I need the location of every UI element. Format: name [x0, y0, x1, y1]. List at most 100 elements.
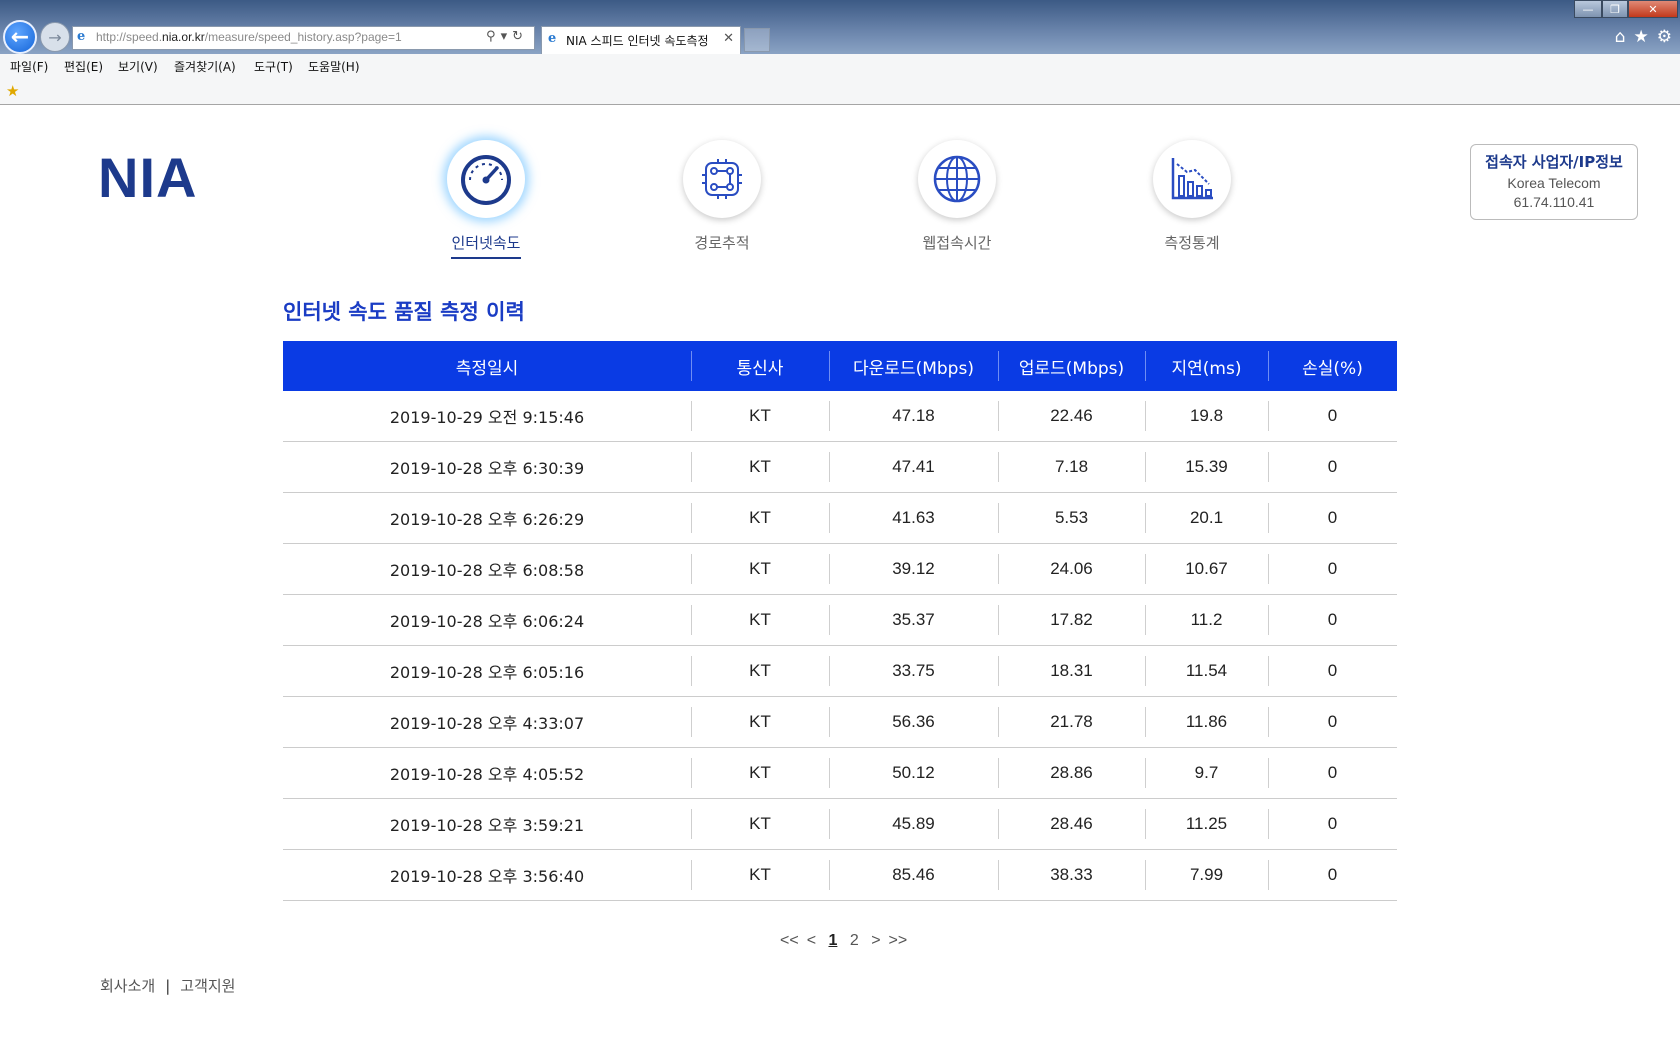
cell-loss: 0 [1268, 441, 1397, 493]
nav-route-trace[interactable]: 경로추적 [642, 140, 802, 257]
close-window-button[interactable]: ✕ [1628, 0, 1678, 18]
col-header-datetime: 측정일시 [283, 341, 691, 391]
cell-loss: 0 [1268, 696, 1397, 748]
cell-download: 47.41 [829, 441, 998, 493]
close-tab-icon[interactable]: ✕ [723, 31, 734, 46]
last-page-link[interactable]: >> [889, 932, 908, 949]
cell-loss: 0 [1268, 849, 1397, 901]
cell-latency: 11.25 [1145, 798, 1268, 850]
footer-support-link[interactable]: 고객지원 [180, 977, 235, 995]
minimize-button[interactable]: — [1574, 0, 1602, 18]
refresh-icon[interactable]: ↻ [512, 29, 528, 44]
menu-tools[interactable]: 도구(T) [254, 58, 293, 75]
table-row: 2019-10-28 오후 6:30:39 KT 47.41 7.18 15.39 0 [283, 441, 1397, 493]
favorites-star-icon[interactable]: ★ [1634, 27, 1649, 47]
route-trace-icon [683, 140, 761, 218]
table-header-row: 측정일시 통신사 다운로드(Mbps) 업로드(Mbps) 지연(ms) 손실(… [283, 341, 1397, 391]
menu-edit[interactable]: 편집(E) [64, 58, 103, 75]
cell-loss: 0 [1268, 594, 1397, 646]
home-icon[interactable]: ⌂ [1615, 27, 1626, 47]
cell-upload: 28.46 [998, 798, 1145, 850]
cell-loss: 0 [1268, 543, 1397, 595]
connection-info-box: 접속자 사업자/IP정보 Korea Telecom 61.74.110.41 [1470, 144, 1638, 220]
cell-latency: 20.1 [1145, 492, 1268, 544]
cell-datetime: 2019-10-28 오후 6:08:58 [283, 543, 691, 595]
cell-latency: 15.39 [1145, 441, 1268, 493]
cell-loss: 0 [1268, 747, 1397, 799]
cell-upload: 38.33 [998, 849, 1145, 901]
cell-latency: 11.2 [1145, 594, 1268, 646]
nav-web-access-time[interactable]: 웹접속시간 [877, 140, 1037, 257]
globe-icon [918, 140, 996, 218]
cell-upload: 22.46 [998, 391, 1145, 442]
cell-datetime: 2019-10-28 오후 6:30:39 [283, 441, 691, 493]
dropdown-icon[interactable]: ▾ [501, 29, 513, 44]
nav-internet-speed[interactable]: 인터넷속도 [406, 140, 566, 259]
close-icon: ✕ [1648, 2, 1658, 16]
forward-button[interactable]: → [40, 22, 70, 52]
cell-datetime: 2019-10-28 오후 6:26:29 [283, 492, 691, 544]
page-link[interactable]: 2 [850, 932, 859, 949]
table-row: 2019-10-28 오후 6:26:29 KT 41.63 5.53 20.1 0 [283, 492, 1397, 544]
info-isp: Korea Telecom [1507, 175, 1601, 191]
new-tab-button[interactable] [744, 28, 770, 52]
cell-download: 33.75 [829, 645, 998, 697]
cell-carrier: KT [691, 441, 829, 493]
browser-titlebar: ← → e http://speed.nia.or.kr/measure/spe… [0, 0, 1680, 54]
cell-latency: 10.67 [1145, 543, 1268, 595]
cell-carrier: KT [691, 645, 829, 697]
cell-download: 85.46 [829, 849, 998, 901]
arrow-left-icon: ← [10, 24, 30, 50]
feature-label: 인터넷속도 [451, 232, 521, 259]
col-header-loss: 손실(%) [1268, 341, 1397, 391]
cell-loss: 0 [1268, 645, 1397, 697]
feature-label: 웹접속시간 [922, 234, 992, 252]
pagination: << < 1 2 > >> [780, 932, 915, 950]
next-page-link[interactable]: > [871, 932, 880, 949]
table-row: 2019-10-28 오후 6:05:16 KT 33.75 18.31 11.54 0 [283, 645, 1397, 697]
cell-carrier: KT [691, 798, 829, 850]
nia-logo[interactable]: NIA [98, 145, 197, 210]
search-icon[interactable]: ⚲ [486, 29, 501, 44]
col-header-carrier: 통신사 [691, 341, 829, 391]
feature-label: 경로추적 [694, 234, 750, 252]
cell-loss: 0 [1268, 492, 1397, 544]
cell-loss: 0 [1268, 391, 1397, 442]
address-url[interactable]: http://speed.nia.or.kr/measure/speed_his… [96, 30, 402, 44]
menu-file[interactable]: 파일(F) [10, 58, 48, 75]
cell-datetime: 2019-10-28 오후 6:05:16 [283, 645, 691, 697]
address-bar[interactable]: e http://speed.nia.or.kr/measure/speed_h… [72, 26, 535, 50]
minimize-icon: — [1582, 2, 1594, 16]
nav-statistics[interactable]: 측정통계 [1112, 140, 1272, 257]
restore-icon: ❐ [1610, 2, 1620, 16]
info-ip: 61.74.110.41 [1513, 194, 1595, 210]
gear-icon[interactable]: ⚙ [1657, 27, 1672, 47]
back-button[interactable]: ← [3, 20, 37, 54]
cell-download: 35.37 [829, 594, 998, 646]
info-title: 접속자 사업자/IP정보 [1485, 153, 1623, 171]
cell-latency: 9.7 [1145, 747, 1268, 799]
table-row: 2019-10-28 오후 3:59:21 KT 45.89 28.46 11.25 0 [283, 798, 1397, 850]
ie-page-icon: e [77, 29, 86, 44]
maximize-button[interactable]: ❐ [1602, 0, 1628, 18]
cell-carrier: KT [691, 747, 829, 799]
browser-tab[interactable]: e NIA 스피드 인터넷 속도측정 ✕ [541, 26, 741, 54]
feature-label: 측정통계 [1164, 234, 1220, 252]
favorites-bar: ★ [0, 78, 1680, 105]
col-header-download: 다운로드(Mbps) [829, 341, 998, 391]
table-row: 2019-10-28 오후 4:05:52 KT 50.12 28.86 9.7 0 [283, 747, 1397, 799]
page-link-current[interactable]: 1 [828, 932, 837, 949]
cell-upload: 17.82 [998, 594, 1145, 646]
menu-view[interactable]: 보기(V) [118, 58, 158, 75]
first-page-link[interactable]: << [780, 932, 799, 949]
cell-upload: 18.31 [998, 645, 1145, 697]
cell-download: 56.36 [829, 696, 998, 748]
ie-tab-icon: e [548, 31, 557, 46]
menu-help[interactable]: 도움말(H) [308, 58, 360, 75]
add-favorite-star-icon[interactable]: ★ [6, 82, 19, 100]
footer-about-link[interactable]: 회사소개 [100, 977, 155, 995]
cell-datetime: 2019-10-28 오후 4:33:07 [283, 696, 691, 748]
menu-favorites[interactable]: 즐겨찾기(A) [174, 58, 236, 75]
footer: 회사소개 | 고객지원 [100, 975, 235, 996]
prev-page-link[interactable]: < [807, 932, 816, 949]
